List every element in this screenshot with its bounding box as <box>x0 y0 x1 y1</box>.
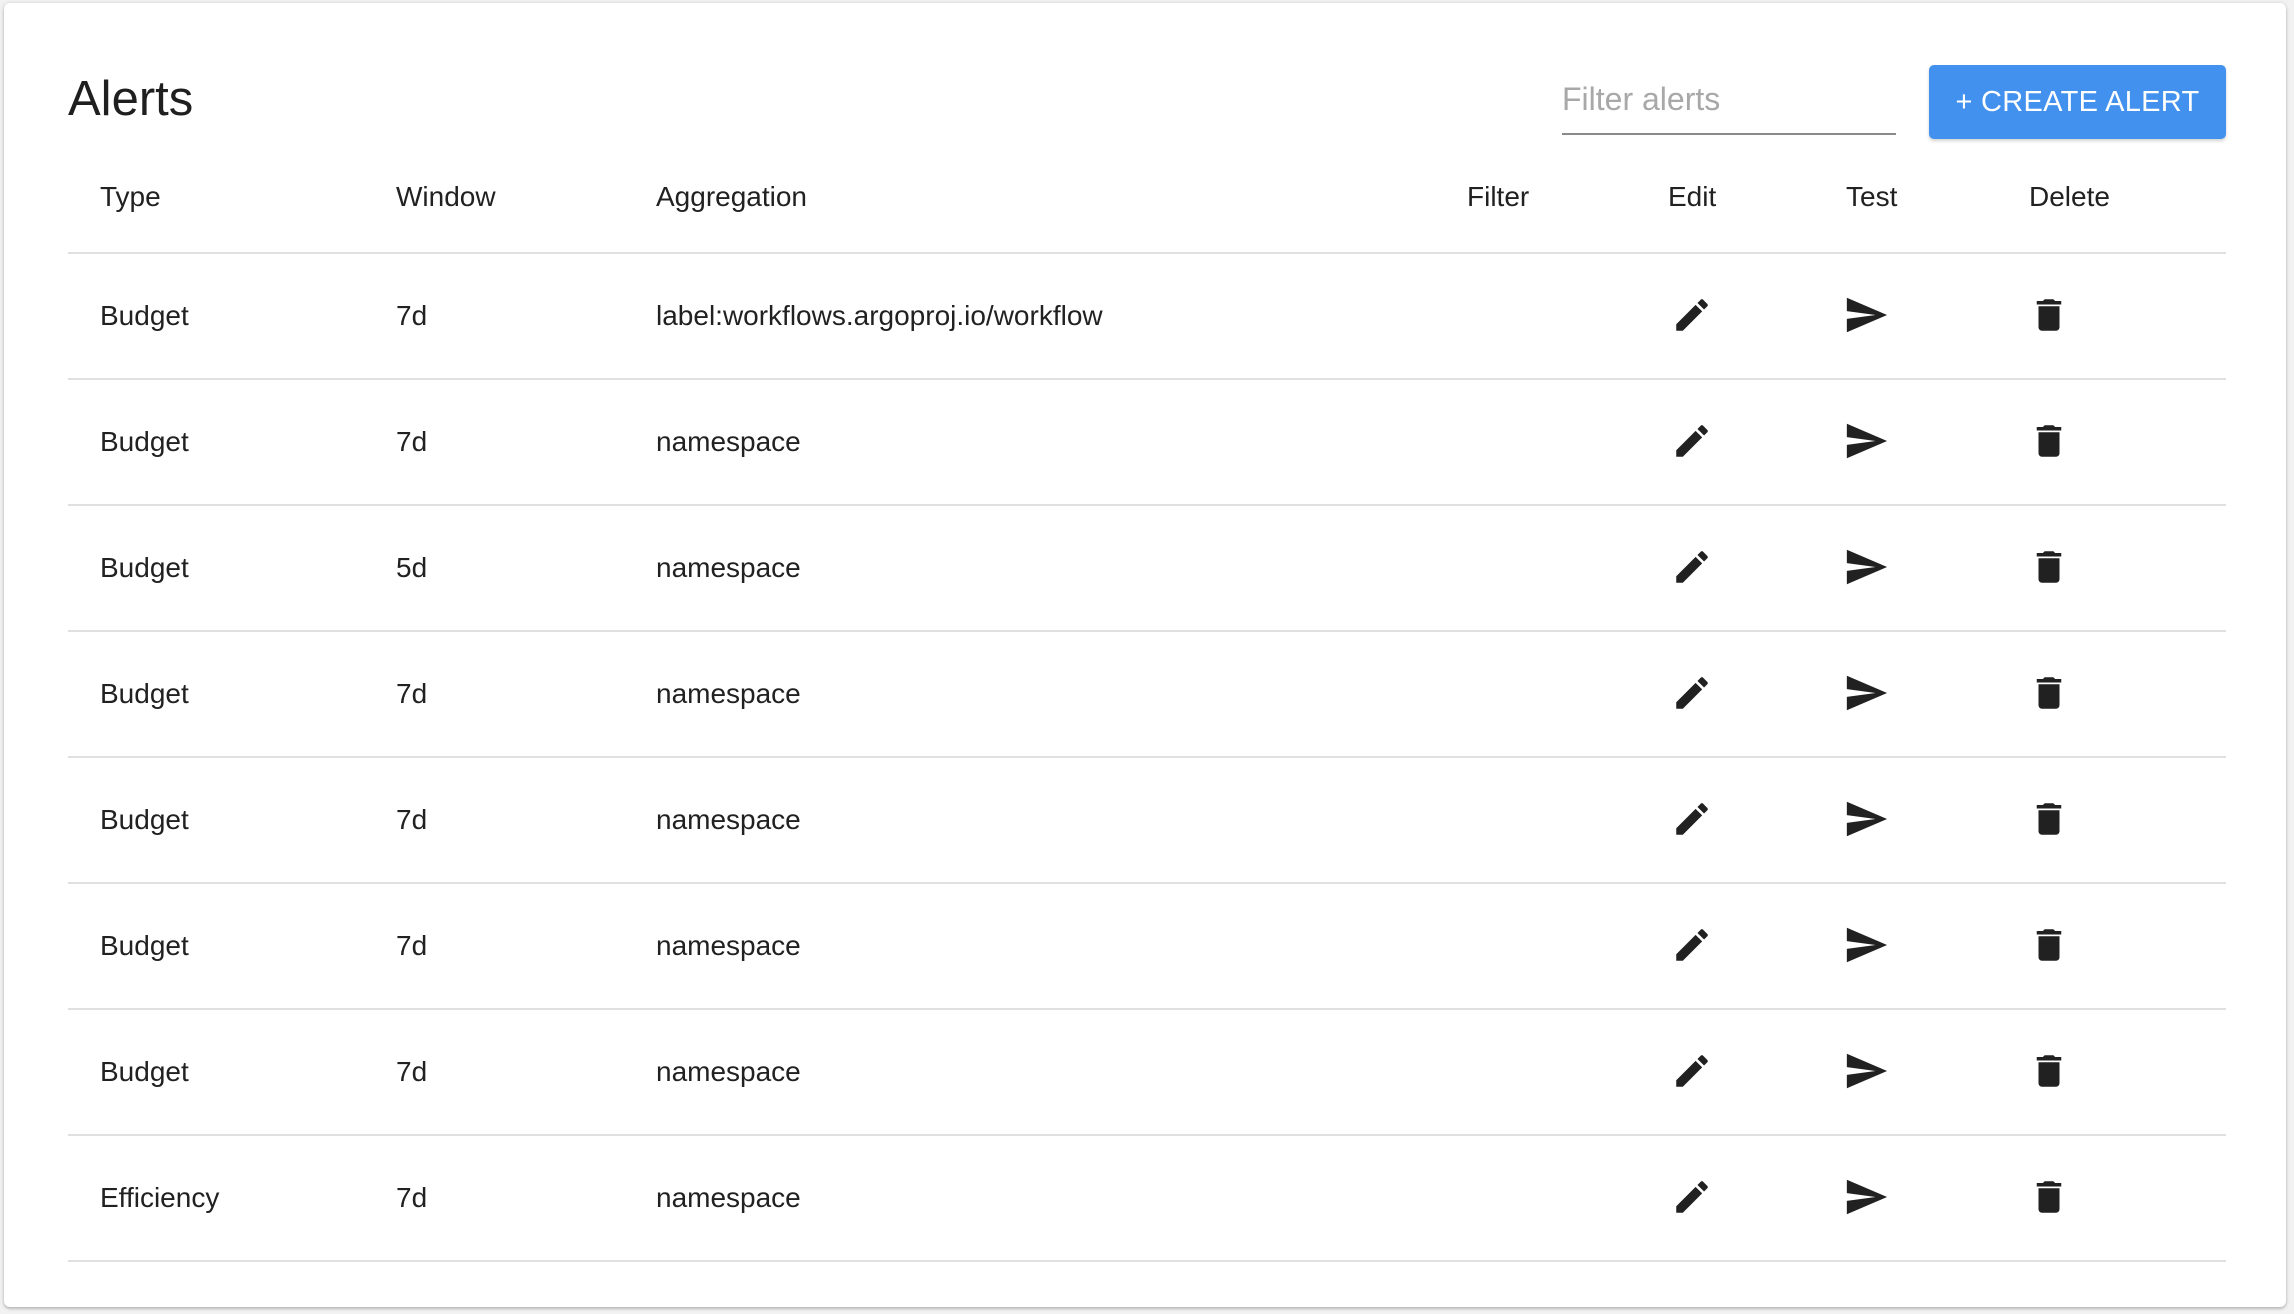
delete-alert-button[interactable] <box>2019 1167 2079 1227</box>
cell-window: 7d <box>396 1056 428 1087</box>
delete-alert-button[interactable] <box>2019 663 2079 723</box>
cell-window: 7d <box>396 930 428 961</box>
trash-icon <box>2036 929 2062 961</box>
test-alert-button[interactable] <box>1836 789 1896 849</box>
send-icon <box>1846 297 1888 333</box>
pencil-icon <box>1676 1055 1708 1087</box>
cell-window: 7d <box>396 678 428 709</box>
trash-icon <box>2036 551 2062 583</box>
header-edit: Edit <box>1668 181 1717 212</box>
table-row: Budget 7d namespace <box>68 758 2226 884</box>
send-icon <box>1846 927 1888 963</box>
cell-aggregation: namespace <box>656 678 801 709</box>
pencil-icon <box>1676 551 1708 583</box>
header-aggregation: Aggregation <box>656 181 808 212</box>
test-alert-button[interactable] <box>1836 285 1896 345</box>
header-window: Window <box>396 181 496 212</box>
test-alert-button[interactable] <box>1836 1167 1896 1227</box>
trash-icon <box>2036 1181 2062 1213</box>
edit-alert-button[interactable] <box>1662 411 1722 471</box>
pencil-icon <box>1676 1181 1708 1213</box>
cell-type: Efficiency <box>100 1182 220 1213</box>
pencil-icon <box>1676 803 1708 835</box>
cell-type: Budget <box>100 1056 189 1087</box>
cell-aggregation: namespace <box>656 552 801 583</box>
send-icon <box>1846 675 1888 711</box>
edit-alert-button[interactable] <box>1662 1041 1722 1101</box>
pencil-icon <box>1676 299 1708 331</box>
edit-alert-button[interactable] <box>1662 663 1722 723</box>
cell-type: Budget <box>100 300 189 331</box>
pencil-icon <box>1676 425 1708 457</box>
cell-window: 7d <box>396 300 428 331</box>
table-header-row: Type Window Aggregation Filter Edit Test… <box>68 151 2226 254</box>
test-alert-button[interactable] <box>1836 663 1896 723</box>
send-icon <box>1846 1053 1888 1089</box>
cell-aggregation: namespace <box>656 804 801 835</box>
delete-alert-button[interactable] <box>2019 411 2079 471</box>
create-alert-button[interactable]: + CREATE ALERT <box>1929 65 2226 139</box>
cell-aggregation: namespace <box>656 930 801 961</box>
table-row: Budget 7d namespace <box>68 1010 2226 1136</box>
edit-alert-button[interactable] <box>1662 537 1722 597</box>
cell-window: 5d <box>396 552 428 583</box>
cell-window: 7d <box>396 426 428 457</box>
header-delete: Delete <box>2029 181 2110 212</box>
cell-aggregation: namespace <box>656 1056 801 1087</box>
trash-icon <box>2036 1055 2062 1087</box>
edit-alert-button[interactable] <box>1662 285 1722 345</box>
cell-window: 7d <box>396 1182 428 1213</box>
pencil-icon <box>1676 677 1708 709</box>
cell-type: Budget <box>100 930 189 961</box>
table-row: Budget 7d namespace <box>68 884 2226 1010</box>
table-row: Efficiency 7d namespace <box>68 1136 2226 1262</box>
filter-alerts-input[interactable] <box>1562 69 1896 129</box>
pencil-icon <box>1676 929 1708 961</box>
send-icon <box>1846 801 1888 837</box>
trash-icon <box>2036 425 2062 457</box>
cell-aggregation: label:workflows.argoproj.io/workflow <box>656 300 1103 331</box>
delete-alert-button[interactable] <box>2019 285 2079 345</box>
header-filter: Filter <box>1467 181 1530 212</box>
header-type: Type <box>100 181 161 212</box>
alerts-table: Type Window Aggregation Filter Edit Test… <box>68 151 2226 1262</box>
delete-alert-button[interactable] <box>2019 537 2079 597</box>
trash-icon <box>2036 677 2062 709</box>
table-row: Budget 7d label:workflows.argoproj.io/wo… <box>68 254 2226 380</box>
test-alert-button[interactable] <box>1836 411 1896 471</box>
table-body: Budget 7d label:workflows.argoproj.io/wo… <box>68 254 2226 1262</box>
send-icon <box>1846 423 1888 459</box>
trash-icon <box>2036 803 2062 835</box>
cell-type: Budget <box>100 804 189 835</box>
table-row: Budget 7d namespace <box>68 380 2226 506</box>
cell-aggregation: namespace <box>656 1182 801 1213</box>
alerts-card: Alerts + CREATE ALERT Type Window Aggreg… <box>4 3 2286 1307</box>
delete-alert-button[interactable] <box>2019 789 2079 849</box>
edit-alert-button[interactable] <box>1662 915 1722 975</box>
send-icon <box>1846 549 1888 585</box>
page-title: Alerts <box>68 72 194 126</box>
cell-aggregation: namespace <box>656 426 801 457</box>
edit-alert-button[interactable] <box>1662 789 1722 849</box>
test-alert-button[interactable] <box>1836 1041 1896 1101</box>
test-alert-button[interactable] <box>1836 537 1896 597</box>
cell-type: Budget <box>100 552 189 583</box>
cell-type: Budget <box>100 426 189 457</box>
table-row: Budget 7d namespace <box>68 632 2226 758</box>
cell-type: Budget <box>100 678 189 709</box>
delete-alert-button[interactable] <box>2019 1041 2079 1101</box>
table-row: Budget 5d namespace <box>68 506 2226 632</box>
send-icon <box>1846 1179 1888 1215</box>
trash-icon <box>2036 299 2062 331</box>
cell-window: 7d <box>396 804 428 835</box>
test-alert-button[interactable] <box>1836 915 1896 975</box>
filter-field[interactable] <box>1562 69 1896 135</box>
edit-alert-button[interactable] <box>1662 1167 1722 1227</box>
delete-alert-button[interactable] <box>2019 915 2079 975</box>
header-test: Test <box>1846 181 1898 212</box>
